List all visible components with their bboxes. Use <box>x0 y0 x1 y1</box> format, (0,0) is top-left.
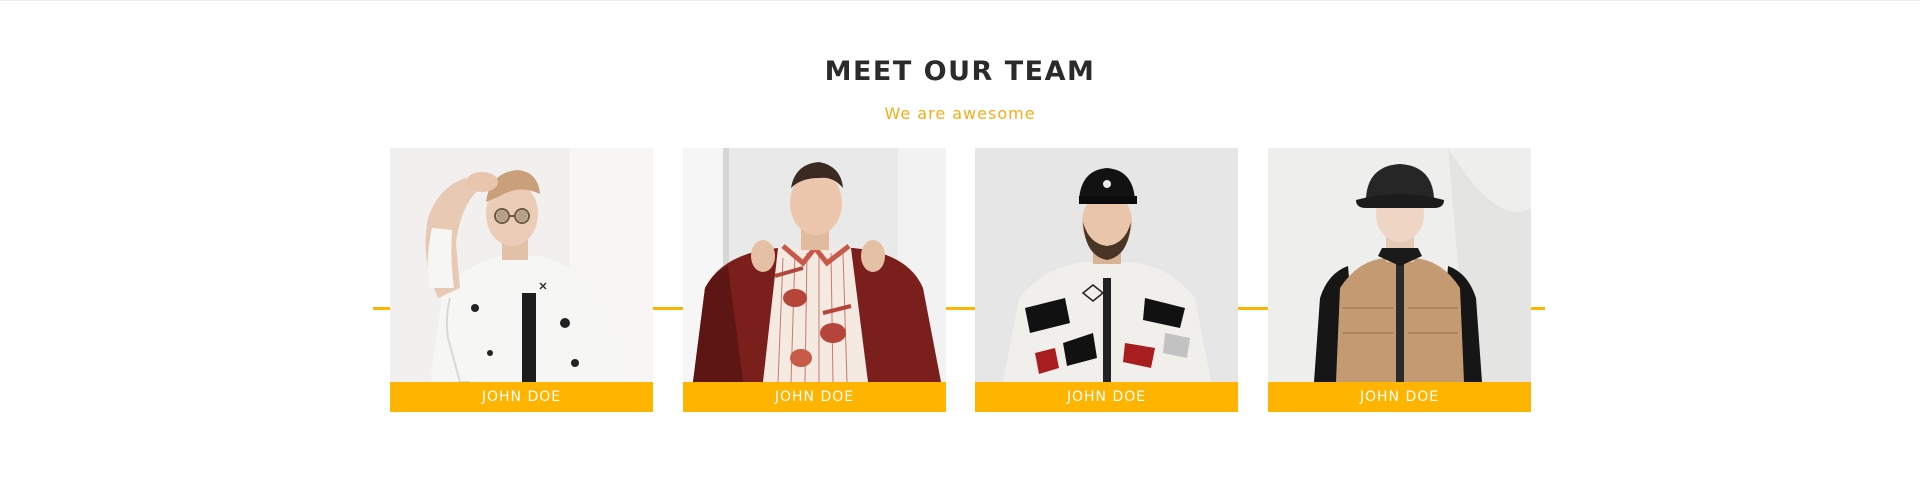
team-section: MEET OUR TEAM We are awesome JOHN DOE JO… <box>0 0 1920 491</box>
team-member-photo <box>1268 148 1531 382</box>
team-member-photo <box>975 148 1238 382</box>
top-divider <box>0 0 1920 1</box>
team-member-name: JOHN DOE <box>1268 382 1531 412</box>
team-member-card[interactable]: JOHN DOE <box>975 148 1238 412</box>
section-subtitle: We are awesome <box>884 104 1036 123</box>
section-title: MEET OUR TEAM <box>824 56 1096 87</box>
team-member-name: JOHN DOE <box>390 382 653 412</box>
team-member-card[interactable]: JOHN DOE <box>1268 148 1531 412</box>
team-member-photo <box>390 148 653 382</box>
team-member-name: JOHN DOE <box>975 382 1238 412</box>
team-member-card[interactable]: JOHN DOE <box>390 148 653 412</box>
team-member-card[interactable]: JOHN DOE <box>683 148 946 412</box>
team-member-photo <box>683 148 946 382</box>
team-member-name: JOHN DOE <box>683 382 946 412</box>
